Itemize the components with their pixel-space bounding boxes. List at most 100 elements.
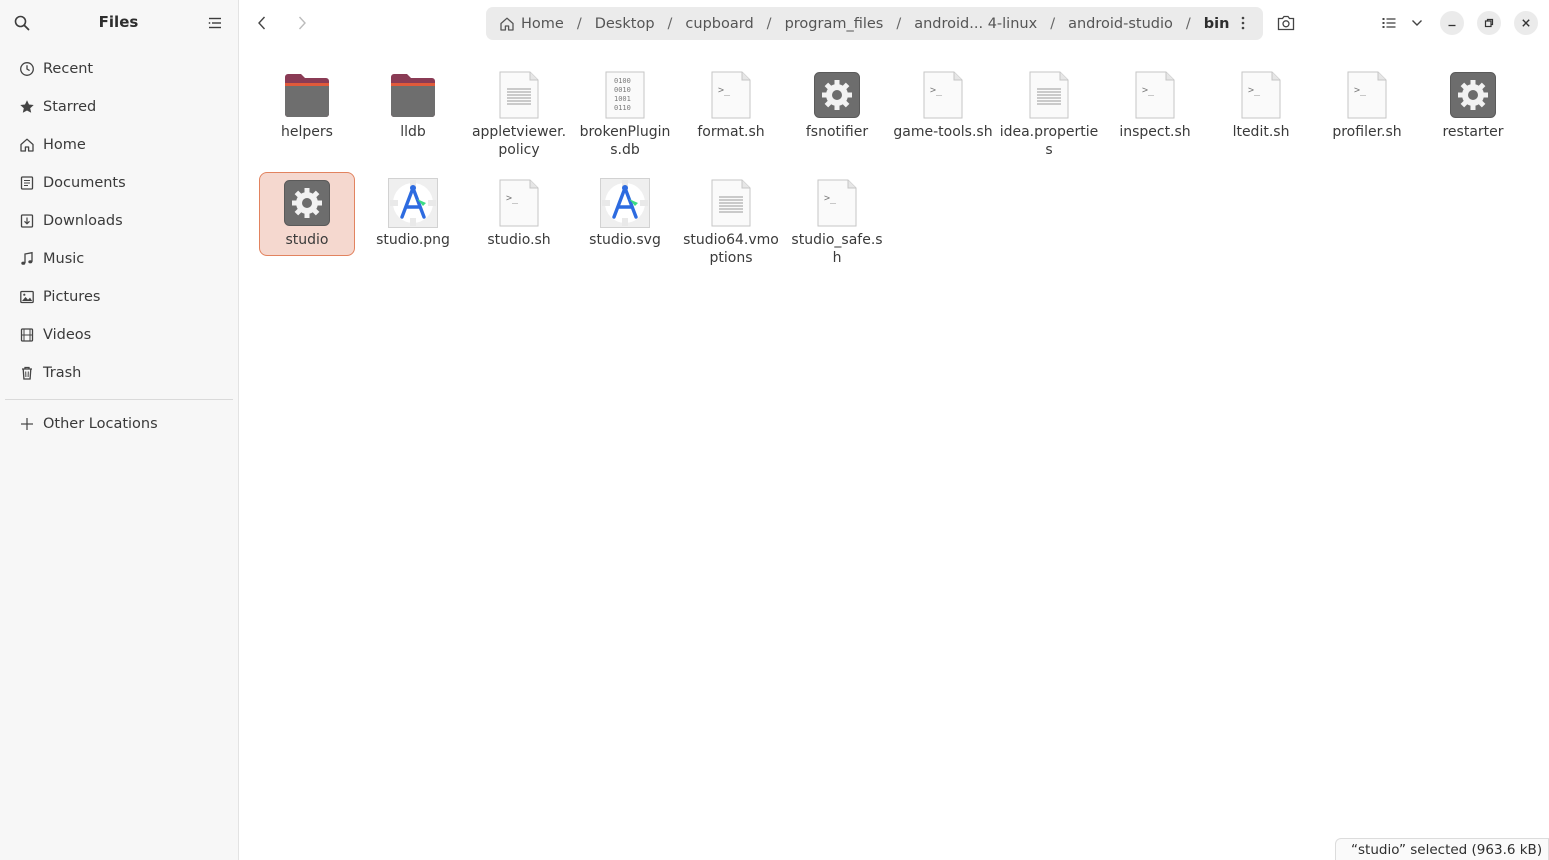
file-item-studio64-vmoptions[interactable]: studio64.vmoptions bbox=[678, 171, 784, 267]
android-studio-image-icon bbox=[599, 177, 651, 229]
file-name: inspect.sh bbox=[1119, 124, 1191, 140]
file-item-idea-properties[interactable]: idea.properties bbox=[996, 63, 1102, 159]
minimize-icon bbox=[1448, 24, 1456, 27]
file-name: studio64.vmoptions bbox=[683, 232, 779, 266]
file-name: game-tools.sh bbox=[893, 124, 993, 140]
text-file-icon bbox=[1023, 69, 1075, 121]
android-studio-image-icon bbox=[387, 177, 439, 229]
minimize-button[interactable] bbox=[1440, 11, 1464, 35]
file-name: studio.svg bbox=[589, 232, 661, 248]
file-item-brokenplugins-db[interactable]: 0100 0010 1001 0110 brokenPlugins.db bbox=[572, 63, 678, 159]
sidebar: Files Recent Starred Home Documents Down… bbox=[0, 0, 239, 860]
svg-text:0100: 0100 bbox=[614, 77, 631, 85]
plus-icon bbox=[19, 416, 35, 432]
file-item-lldb[interactable]: lldb bbox=[360, 63, 466, 159]
sidebar-item-home[interactable]: Home bbox=[5, 127, 233, 163]
folder-icon bbox=[281, 69, 333, 121]
sidebar-item-label: Pictures bbox=[43, 289, 101, 305]
svg-text:>_: >_ bbox=[930, 85, 943, 96]
sidebar-item-label: Home bbox=[43, 137, 86, 153]
download-icon bbox=[19, 213, 35, 229]
executable-gear-icon bbox=[1447, 69, 1499, 121]
file-item-format-sh[interactable]: >_ format.sh bbox=[678, 63, 784, 159]
file-item-appletviewer-policy[interactable]: appletviewer.policy bbox=[466, 63, 572, 159]
home-icon bbox=[19, 137, 35, 153]
sidebar-item-label: Starred bbox=[43, 99, 97, 115]
file-name: studio.png bbox=[376, 232, 450, 248]
file-name: appletviewer.policy bbox=[471, 124, 567, 158]
search-location-icon[interactable] bbox=[1273, 10, 1299, 36]
sidebar-item-starred[interactable]: Starred bbox=[5, 89, 233, 125]
file-item-ltedit-sh[interactable]: >_ ltedit.sh bbox=[1208, 63, 1314, 159]
forward-button[interactable] bbox=[289, 10, 315, 36]
breadcrumb-desktop[interactable]: Desktop bbox=[595, 16, 655, 32]
chevron-right-icon bbox=[298, 16, 306, 30]
file-item-studio-png[interactable]: studio.png bbox=[360, 171, 466, 267]
sidebar-item-downloads[interactable]: Downloads bbox=[5, 203, 233, 239]
close-button[interactable] bbox=[1514, 11, 1538, 35]
sidebar-item-label: Downloads bbox=[43, 213, 123, 229]
sidebar-item-recent[interactable]: Recent bbox=[5, 51, 233, 87]
path-bar: Home / Desktop / cupboard / program_file… bbox=[486, 7, 1263, 40]
svg-text:0010: 0010 bbox=[614, 86, 631, 94]
breadcrumb-bin[interactable]: bin bbox=[1204, 16, 1230, 32]
video-icon bbox=[19, 327, 35, 343]
file-name: brokenPlugins.db bbox=[579, 124, 671, 158]
sidebar-item-videos[interactable]: Videos bbox=[5, 317, 233, 353]
file-item-inspect-sh[interactable]: >_ inspect.sh bbox=[1102, 63, 1208, 159]
more-options-icon[interactable] bbox=[1231, 11, 1255, 35]
script-file-icon: >_ bbox=[917, 69, 969, 121]
sidebar-menu-icon[interactable] bbox=[204, 12, 226, 34]
file-name: lldb bbox=[400, 124, 426, 140]
sidebar-item-label: Trash bbox=[43, 365, 82, 381]
sidebar-divider bbox=[5, 399, 233, 400]
view-options-chevron-down-icon[interactable] bbox=[1404, 10, 1430, 36]
back-button[interactable] bbox=[249, 10, 275, 36]
svg-text:0110: 0110 bbox=[614, 104, 631, 112]
chevron-left-icon bbox=[258, 16, 266, 30]
file-item-game-tools-sh[interactable]: >_ game-tools.sh bbox=[890, 63, 996, 159]
file-item-fsnotifier[interactable]: fsnotifier bbox=[784, 63, 890, 159]
executable-gear-icon bbox=[281, 177, 333, 229]
binary-file-icon: 0100 0010 1001 0110 bbox=[599, 69, 651, 121]
sidebar-item-trash[interactable]: Trash bbox=[5, 355, 233, 391]
music-icon bbox=[19, 251, 35, 267]
restore-button[interactable] bbox=[1477, 11, 1501, 35]
file-item-studio-safe-sh[interactable]: >_ studio_safe.sh bbox=[784, 171, 890, 267]
script-file-icon: >_ bbox=[1341, 69, 1393, 121]
file-item-studio-sh[interactable]: >_ studio.sh bbox=[466, 171, 572, 267]
breadcrumb-cupboard[interactable]: cupboard bbox=[685, 16, 753, 32]
breadcrumb-android-linux[interactable]: android... 4-linux bbox=[914, 16, 1037, 32]
file-name: restarter bbox=[1442, 124, 1504, 140]
file-name: studio bbox=[285, 232, 329, 248]
script-file-icon: >_ bbox=[811, 177, 863, 229]
file-item-restarter[interactable]: restarter bbox=[1420, 63, 1526, 159]
script-file-icon: >_ bbox=[1129, 69, 1181, 121]
file-item-studio[interactable]: studio bbox=[254, 171, 360, 267]
document-icon bbox=[19, 175, 35, 191]
file-item-profiler-sh[interactable]: >_ profiler.sh bbox=[1314, 63, 1420, 159]
sidebar-header: Files bbox=[0, 0, 239, 45]
status-bar: “studio” selected (963.6 kB) bbox=[1335, 838, 1549, 860]
file-item-helpers[interactable]: helpers bbox=[254, 63, 360, 159]
breadcrumb-home[interactable]: Home bbox=[499, 16, 564, 32]
svg-text:>_: >_ bbox=[1142, 85, 1155, 96]
clock-icon bbox=[19, 61, 35, 77]
breadcrumb-program-files[interactable]: program_files bbox=[785, 16, 884, 32]
svg-text:>_: >_ bbox=[718, 85, 731, 96]
list-view-icon[interactable] bbox=[1376, 10, 1402, 36]
sidebar-item-label: Documents bbox=[43, 175, 126, 191]
app-title: Files bbox=[98, 13, 139, 31]
file-name: format.sh bbox=[697, 124, 765, 140]
sidebar-item-music[interactable]: Music bbox=[5, 241, 233, 277]
breadcrumb-separator: / bbox=[667, 15, 673, 32]
sidebar-item-other-locations[interactable]: Other Locations bbox=[5, 406, 233, 442]
sidebar-item-documents[interactable]: Documents bbox=[5, 165, 233, 201]
sidebar-item-label: Recent bbox=[43, 61, 94, 77]
file-name: ltedit.sh bbox=[1232, 124, 1290, 140]
close-icon bbox=[1522, 19, 1530, 27]
file-item-studio-svg[interactable]: studio.svg bbox=[572, 171, 678, 267]
sidebar-item-pictures[interactable]: Pictures bbox=[5, 279, 233, 315]
restore-icon bbox=[1484, 18, 1494, 28]
breadcrumb-android-studio[interactable]: android-studio bbox=[1068, 16, 1173, 32]
